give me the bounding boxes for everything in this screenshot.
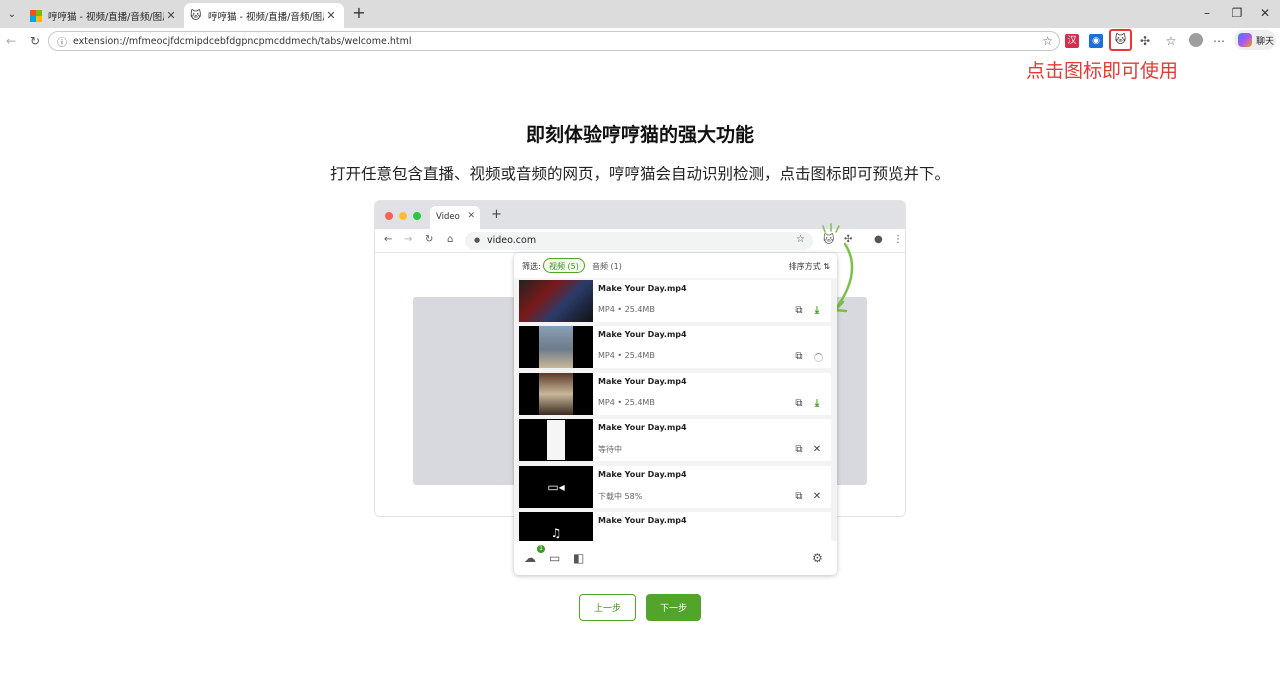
profile-avatar[interactable] [1189,33,1203,47]
mock-star-icon: ☆ [796,234,805,245]
close-window-icon[interactable]: ✕ [1255,6,1275,20]
cancel-icon[interactable]: ✕ [811,491,823,502]
tab-strip: ⌄ 哼哼猫 - 视频/直播/音频/图片下载 ✕ 🐱 哼哼猫 - 视频/直播/音频… [0,0,1280,28]
click-icon-hint: 点击图标即可使用 [1026,60,1179,82]
mock-url: video.com [487,235,537,246]
mock-close-dot [385,212,393,220]
mock-new-tab-icon: + [491,207,502,222]
media-item[interactable]: Make Your Day.mp4 MP4 • 25.4MB ⧉ [519,326,831,368]
next-step-button[interactable]: 下一步 [646,594,701,621]
settings-gear-icon[interactable]: ⚙ [812,551,823,565]
media-thumbnail [519,326,593,368]
favorites-icon[interactable]: ☆ [1163,33,1179,49]
more-menu-icon[interactable]: ⋯ [1211,33,1227,49]
copy-icon[interactable]: ⧉ [793,491,805,502]
mock-back-icon: ← [384,234,393,245]
cancel-icon[interactable]: ✕ [811,444,823,455]
media-meta: MP4 • 25.4MB [598,305,655,314]
mock-menu-icon: ⋮ [893,234,903,245]
folder-icon[interactable]: ▭ [549,551,560,565]
media-name: Make Your Day.mp4 [598,377,687,386]
copilot-logo-icon [1238,33,1252,47]
media-meta: MP4 • 25.4MB [598,351,655,360]
sort-button[interactable]: 排序方式 ⇅ [789,261,830,272]
media-item[interactable]: Make Your Day.mp4 MP4 • 25.4MB ⧉ ⤓ [519,373,831,415]
mock-tab-close-icon: ✕ [467,211,475,221]
copy-icon[interactable]: ⧉ [793,398,805,409]
media-thumbnail [519,280,593,322]
media-meta: 等待中 [598,445,622,454]
video-camera-icon: ▭◂ [519,466,593,508]
tab-list-chevron-icon[interactable]: ⌄ [2,4,22,24]
copy-icon[interactable]: ⧉ [793,444,805,455]
sidebar-panel-icon[interactable]: ◧ [573,551,584,565]
media-item[interactable]: ▭◂ Make Your Day.mp4 下载中 58% ⧉ ✕ [519,466,831,508]
copilot-chat-button[interactable]: 聊天 [1234,30,1276,50]
media-meta: 下载中 58% [598,492,643,501]
mock-profile-icon: ● [874,234,883,245]
translate-extension-icon[interactable]: 汉 [1065,34,1079,48]
mock-maximize-dot [413,212,421,220]
extensions-puzzle-icon[interactable]: ✣ [1137,33,1153,49]
popup-footer: ☁ 1 ▭ ◧ ⚙ [514,541,837,575]
audio-filter-chip[interactable]: 音频 (1) [586,258,628,273]
restore-icon[interactable]: ❐ [1227,6,1247,20]
download-icon[interactable]: ⤓ [811,398,823,409]
tab-close-icon[interactable]: ✕ [324,9,338,22]
mock-tab-title: Video [436,212,460,222]
copilot-label: 聊天 [1256,36,1275,47]
tab-close-icon[interactable]: ✕ [164,9,178,22]
copy-icon[interactable]: ⧉ [793,305,805,316]
screenshot-extension-icon[interactable]: ◉ [1089,34,1103,48]
mock-address-bar: ● video.com ☆ [465,232,813,250]
mock-home-icon: ⌂ [447,234,454,245]
mock-forward-icon: → [404,234,413,245]
media-name: Make Your Day.mp4 [598,516,687,525]
new-tab-plus-icon[interactable]: + [350,5,368,23]
address-url: extension://mfmeocjfdcmipdcebfdgpncpmcdd… [73,35,412,47]
favorite-star-icon[interactable]: ☆ [1042,34,1053,48]
mock-minimize-dot [399,212,407,220]
media-item[interactable]: Make Your Day.mp4 等待中 ⧉ ✕ [519,419,831,461]
reload-icon[interactable]: ↻ [27,33,43,49]
back-arrow-icon[interactable]: ← [3,33,19,49]
page-subtitle: 打开任意包含直播、视频或音频的网页，哼哼猫会自动识别检测，点击图标即可预览并下。 [329,165,950,183]
mock-tab: Video ✕ [430,206,480,229]
media-thumbnail [519,419,593,461]
copy-icon[interactable]: ⧉ [793,351,805,362]
previous-step-button[interactable]: 上一步 [579,594,636,621]
mock-lock-icon: ● [474,236,481,244]
browser-tab-2[interactable]: 🐱 哼哼猫 - 视频/直播/音频/图片下载 ✕ [184,3,344,28]
download-icon[interactable]: ⤓ [811,305,823,316]
cat-favicon-icon: 🐱 [190,8,202,22]
tab-title: 哼哼猫 - 视频/直播/音频/图片下载 [208,11,324,23]
download-count-badge: 1 [537,545,545,553]
filter-label: 筛选: [522,262,541,271]
mock-reload-icon: ↻ [425,234,434,245]
hengheng-cat-extension-icon[interactable]: 🐱 [1109,29,1132,51]
browser-tab-1[interactable]: 哼哼猫 - 视频/直播/音频/图片下载 ✕ [24,3,184,28]
minimize-icon[interactable]: – [1197,6,1217,20]
popup-filter-bar: 筛选: 视频 (5) 音频 (1) 排序方式 ⇅ [514,253,837,278]
media-name: Make Your Day.mp4 [598,470,687,479]
video-filter-chip[interactable]: 视频 (5) [543,258,585,273]
cloud-download-icon[interactable]: ☁ [524,551,536,565]
media-meta: MP4 • 25.4MB [598,398,655,407]
media-thumbnail [519,373,593,415]
browser-toolbar: ← ↻ ⓘ extension://mfmeocjfdcmipdcebfdgpn… [0,28,1280,54]
sort-label: 排序方式 [788,262,821,271]
media-item[interactable]: Make Your Day.mp4 MP4 • 25.4MB ⧉ ⤓ [519,280,831,322]
microsoft-favicon-icon [30,9,42,22]
site-info-icon[interactable]: ⓘ [57,34,67,49]
media-name: Make Your Day.mp4 [598,284,687,293]
sort-icon: ⇅ [823,262,830,271]
tab-title: 哼哼猫 - 视频/直播/音频/图片下载 [48,11,164,23]
loading-spinner-icon [814,353,823,362]
media-name: Make Your Day.mp4 [598,330,687,339]
extension-popup: 筛选: 视频 (5) 音频 (1) 排序方式 ⇅ Make Your Day.m… [514,253,837,575]
page-title: 即刻体验哼哼猫的强大功能 [525,124,754,146]
media-name: Make Your Day.mp4 [598,423,687,432]
address-bar[interactable]: ⓘ extension://mfmeocjfdcmipdcebfdgpncpmc… [48,31,1060,51]
